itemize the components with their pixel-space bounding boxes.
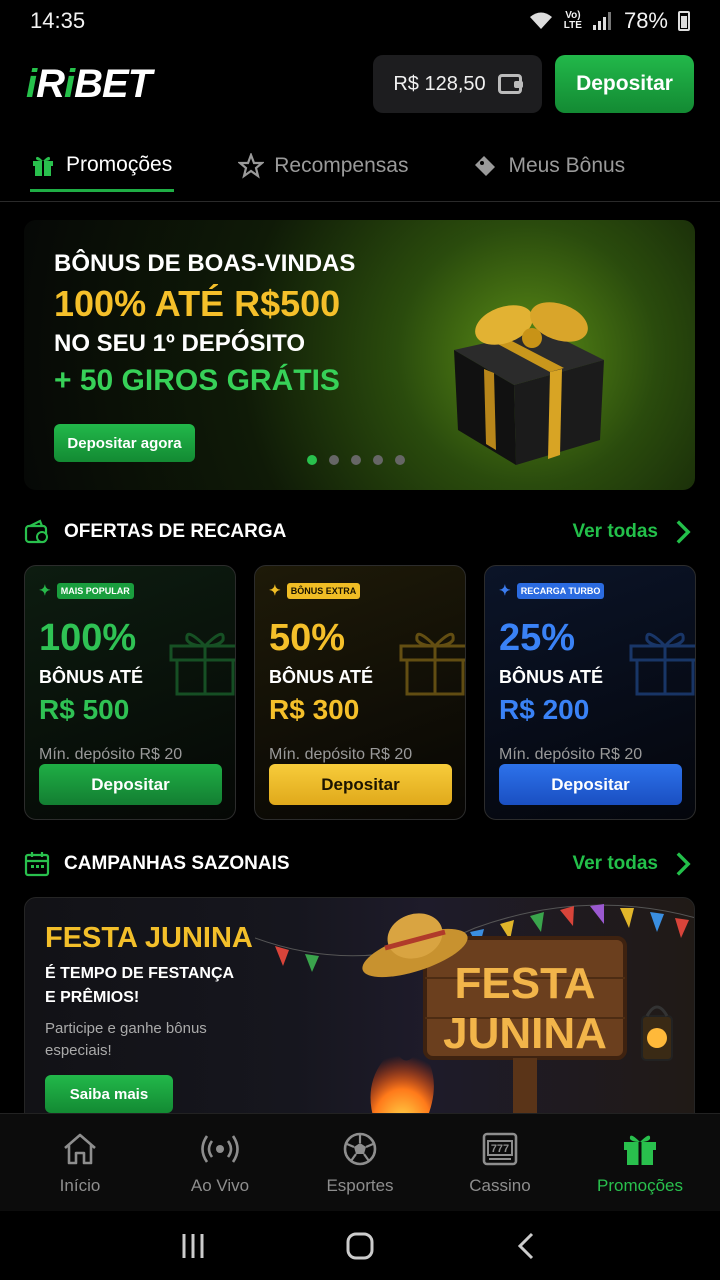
bottom-navigation: Início Ao Vivo Esportes 777 Cassino Prom… (0, 1113, 720, 1211)
calendar-icon (24, 852, 50, 877)
offer-badge: MAIS POPULAR (56, 582, 134, 599)
nav-label: Esportes (326, 1175, 394, 1195)
tab-label: Promoções (66, 152, 173, 176)
iribet-logo[interactable]: iRiBET (26, 62, 152, 107)
recharge-offers: ✦ MAIS POPULAR 100% BÔNUS ATÉ R$ 500 Mín… (24, 565, 696, 820)
offer-card[interactable]: ✦ RECARGA TURBO 25% BÔNUS ATÉ R$ 200 Mín… (484, 565, 696, 820)
gift-icon (33, 156, 53, 176)
balance-value: R$ 128,50 (393, 72, 486, 95)
sparkle-icon: ✦ (269, 582, 281, 598)
home-button-icon[interactable] (345, 1231, 375, 1261)
festa-sign-line1: FESTA (455, 959, 596, 1008)
hero-offer: 100% ATÉ R$500 (54, 283, 341, 324)
section-title: OFERTAS DE RECARGA (64, 521, 287, 542)
nav-promocoes[interactable]: Promoções (575, 1114, 705, 1211)
nav-label: Início (59, 1175, 101, 1195)
wallet-icon (24, 519, 48, 544)
see-all-recharge-link[interactable]: Ver todas (572, 519, 696, 545)
festa-junina-banner[interactable]: FESTA JUNINA FESTA JUNINA É TEMPO DE FES… (24, 897, 695, 1122)
gift-icon (624, 1135, 656, 1165)
offer-badge: BÔNUS EXTRA (286, 582, 361, 599)
offer-amount: R$ 500 (39, 694, 130, 725)
gift-box-icon (454, 302, 604, 465)
hero-subtitle: NO SEU 1º DEPÓSITO (54, 330, 306, 357)
welcome-bonus-banner[interactable]: BÔNUS DE BOAS-VINDAS 100% ATÉ R$500 NO S… (24, 220, 695, 490)
header-deposit-button[interactable]: Depositar (555, 55, 694, 113)
app-header: iRiBET R$ 128,50 Depositar (0, 55, 720, 113)
recent-apps-icon[interactable] (178, 1231, 208, 1261)
ticket-icon (475, 156, 496, 176)
festa-description-1: Participe e ganhe bônus (45, 1020, 207, 1037)
nav-inicio[interactable]: Início (15, 1114, 145, 1211)
promo-tabs: Promoções Recompensas Meus Bônus (0, 140, 720, 202)
tab-recompensas[interactable]: Recompensas (238, 140, 408, 192)
carousel-dot[interactable] (395, 455, 405, 465)
nav-esportes[interactable]: Esportes (295, 1114, 425, 1211)
carousel-dot[interactable] (307, 455, 317, 465)
recharge-section-header: OFERTAS DE RECARGA Ver todas (24, 517, 696, 547)
offer-deposit-button[interactable]: Depositar (39, 764, 222, 805)
offer-deposit-button[interactable]: Depositar (269, 764, 452, 805)
carousel-dots (307, 455, 405, 465)
hero-title: BÔNUS DE BOAS-VINDAS (54, 250, 356, 277)
sparkle-icon: ✦ (499, 582, 511, 598)
festa-subtitle-2: E PRÊMIOS! (45, 989, 140, 1006)
battery-icon (678, 11, 690, 31)
balance-display[interactable]: R$ 128,50 (373, 55, 542, 113)
slot-machine-icon: 777 (482, 1132, 518, 1165)
offer-min-deposit: Mín. depósito R$ 20 (269, 746, 413, 763)
see-all-seasonal-link[interactable]: Ver todas (572, 851, 696, 877)
svg-text:777: 777 (491, 1143, 509, 1155)
tab-meus-bonus[interactable]: Meus Bônus (472, 140, 625, 192)
gift-outline-icon (629, 632, 695, 696)
volte-icon: Vo) LTE (563, 10, 582, 31)
offer-card[interactable]: ✦ BÔNUS EXTRA 50% BÔNUS ATÉ R$ 300 Mín. … (254, 565, 466, 820)
system-navigation-bar (0, 1211, 720, 1280)
chevron-right-icon (676, 520, 691, 544)
wifi-icon (529, 12, 552, 29)
wallet-icon (497, 74, 523, 94)
nav-ao-vivo[interactable]: Ao Vivo (155, 1114, 285, 1211)
deposit-now-button[interactable]: Depositar agora (54, 424, 195, 462)
offer-deposit-button[interactable]: Depositar (499, 764, 682, 805)
live-icon (201, 1134, 239, 1163)
festa-junina-illustration: FESTA JUNINA (255, 904, 694, 1121)
tab-label: Meus Bônus (508, 154, 626, 177)
gift-outline-icon (399, 632, 465, 696)
carousel-dot[interactable] (373, 455, 383, 465)
status-bar: 14:35 Vo) LTE 78% (0, 0, 720, 42)
festa-sign-line2: JUNINA (443, 1009, 607, 1058)
festa-title: FESTA JUNINA (45, 922, 253, 954)
carousel-dot[interactable] (329, 455, 339, 465)
status-time: 14:35 (30, 8, 86, 33)
nav-label: Cassino (469, 1175, 531, 1195)
hero-free-spins: + 50 GIROS GRÁTIS (54, 364, 340, 397)
section-title: CAMPANHAS SAZONAIS (64, 853, 290, 874)
seasonal-section-header: CAMPANHAS SAZONAIS Ver todas (24, 849, 696, 879)
soccer-ball-icon (343, 1132, 377, 1165)
carousel-dot[interactable] (351, 455, 361, 465)
festa-description-2: especiais! (45, 1041, 112, 1059)
nav-cassino[interactable]: 777 Cassino (435, 1114, 565, 1211)
home-icon (64, 1133, 96, 1164)
offer-min-deposit: Mín. depósito R$ 20 (39, 746, 183, 763)
offer-badge: RECARGA TURBO (516, 582, 605, 599)
gift-outline-icon (169, 632, 235, 696)
offer-amount: R$ 300 (269, 694, 360, 725)
tab-label: Recompensas (274, 154, 409, 177)
festa-subtitle-1: É TEMPO DE FESTANÇA (45, 965, 235, 982)
star-icon (238, 153, 265, 179)
battery-percent: 78% (623, 8, 668, 33)
tab-promocoes[interactable]: Promoções (30, 140, 175, 192)
offer-card[interactable]: ✦ MAIS POPULAR 100% BÔNUS ATÉ R$ 500 Mín… (24, 565, 236, 820)
learn-more-button[interactable]: Saiba mais (45, 1075, 173, 1113)
offer-amount: R$ 200 (499, 694, 590, 725)
offer-min-deposit: Mín. depósito R$ 20 (499, 746, 643, 763)
signal-icon (592, 12, 611, 30)
nav-label: Promoções (597, 1175, 683, 1195)
nav-label: Ao Vivo (190, 1175, 250, 1195)
chevron-right-icon (676, 852, 691, 876)
back-icon[interactable] (512, 1231, 542, 1261)
sparkle-icon: ✦ (39, 582, 51, 598)
